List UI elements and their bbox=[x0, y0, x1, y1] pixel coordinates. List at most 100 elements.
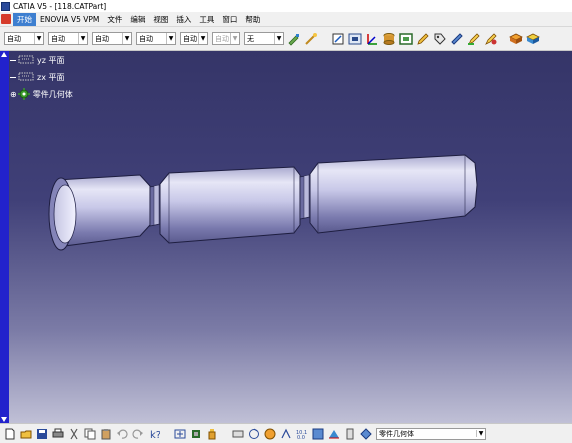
menu-file[interactable]: 文件 bbox=[103, 13, 126, 26]
3d-viewport[interactable] bbox=[9, 51, 572, 423]
edit-icon[interactable] bbox=[484, 32, 498, 46]
open-icon[interactable] bbox=[20, 428, 32, 440]
shaft-groove-2[interactable] bbox=[299, 174, 311, 220]
view-icon[interactable] bbox=[348, 32, 362, 46]
menu-edit[interactable]: 编辑 bbox=[126, 13, 149, 26]
rotate-icon[interactable] bbox=[248, 428, 260, 440]
point-symbol-combo[interactable]: 自动 ▼ bbox=[180, 32, 208, 45]
chevron-down-icon[interactable]: ▼ bbox=[274, 33, 283, 44]
line-type-combo-value: 自动 bbox=[139, 34, 153, 43]
shaft-groove-1[interactable] bbox=[149, 184, 161, 227]
cursor-icon[interactable] bbox=[232, 428, 244, 440]
chevron-down-icon[interactable]: ▼ bbox=[476, 430, 485, 437]
plane-icon bbox=[18, 54, 34, 67]
chevron-down-icon[interactable]: ▼ bbox=[198, 33, 207, 44]
left-scroll-strip[interactable] bbox=[0, 51, 9, 423]
menu-start[interactable]: 开始 bbox=[13, 12, 36, 26]
gear-icon bbox=[17, 87, 30, 102]
window-title: CATIA V5 - [118.CATPart] bbox=[13, 1, 107, 11]
new-icon[interactable] bbox=[4, 428, 16, 440]
help-icon[interactable]: k? bbox=[148, 428, 161, 441]
wand-icon[interactable] bbox=[304, 32, 318, 46]
save-icon[interactable] bbox=[36, 428, 48, 440]
zoom-icon[interactable] bbox=[280, 428, 292, 440]
render-icon[interactable] bbox=[344, 428, 356, 440]
svg-text:k?: k? bbox=[150, 430, 160, 440]
menu-view[interactable]: 视图 bbox=[149, 13, 172, 26]
plane-icon bbox=[18, 71, 34, 84]
line-thickness-combo-value: 自动 bbox=[95, 34, 109, 43]
rendering-style-combo: 自动 ▼ bbox=[212, 32, 240, 45]
body-select[interactable]: 零件几何体 ▼ bbox=[376, 427, 486, 440]
axis-icon[interactable] bbox=[365, 32, 379, 46]
scroll-down-arrow[interactable] bbox=[1, 417, 7, 422]
copy-icon[interactable] bbox=[84, 428, 96, 440]
undo-icon[interactable] bbox=[116, 428, 128, 440]
hide-icon[interactable] bbox=[360, 427, 372, 440]
color-combo-value: 自动 bbox=[7, 34, 21, 43]
specification-tree: yz 平面 zx 平面 ⊕ 零件几何体 bbox=[10, 52, 73, 103]
chevron-down-icon: ▼ bbox=[230, 33, 239, 44]
tree-item-label: 零件几何体 bbox=[32, 90, 73, 99]
chevron-down-icon[interactable]: ▼ bbox=[34, 33, 43, 44]
layer-combo[interactable]: 无 ▼ bbox=[244, 32, 284, 45]
shaft-model[interactable] bbox=[9, 51, 572, 423]
multi-view-icon[interactable] bbox=[312, 428, 324, 440]
tree-item-yz-plane[interactable]: yz 平面 bbox=[10, 52, 73, 69]
rendering-style-combo-value: 自动 bbox=[215, 34, 229, 43]
menu-enovia[interactable]: ENOVIA V5 VPM bbox=[36, 14, 103, 25]
pencil-icon[interactable] bbox=[416, 32, 430, 46]
document-menu-icon[interactable] bbox=[1, 14, 11, 24]
transparency-combo-value: 自动 bbox=[51, 34, 65, 43]
menu-insert[interactable]: 插入 bbox=[172, 13, 195, 26]
bottle-icon[interactable] bbox=[206, 428, 218, 440]
menu-window[interactable]: 窗口 bbox=[218, 13, 241, 26]
chevron-down-icon[interactable]: ▼ bbox=[166, 33, 175, 44]
tree-item-label: zx 平面 bbox=[37, 73, 65, 82]
color-combo[interactable]: 自动 ▼ bbox=[4, 32, 44, 45]
line-type-combo[interactable]: 自动 ▼ bbox=[136, 32, 176, 45]
tag-icon[interactable] bbox=[433, 32, 447, 46]
expand-icon[interactable]: ⊕ bbox=[10, 90, 17, 99]
pan-icon[interactable] bbox=[264, 428, 276, 440]
tree-item-part-body[interactable]: ⊕ 零件几何体 bbox=[10, 86, 73, 103]
menu-tools[interactable]: 工具 bbox=[195, 13, 218, 26]
graphic-properties-toolbar: 自动 ▼ 自动 ▼ 自动 ▼ 自动 ▼ 自动 ▼ 自动 ▼ 无 ▼ bbox=[0, 27, 572, 51]
paste-icon[interactable] bbox=[100, 428, 112, 440]
line-thickness-combo[interactable]: 自动 ▼ bbox=[92, 32, 132, 45]
tree-connector bbox=[10, 77, 16, 78]
measure-icon[interactable] bbox=[450, 32, 464, 46]
fit-icon[interactable] bbox=[174, 428, 186, 440]
sketch-icon[interactable] bbox=[331, 32, 345, 46]
redo-icon[interactable] bbox=[132, 428, 144, 440]
tree-connector bbox=[10, 60, 16, 61]
cut-icon[interactable] bbox=[68, 428, 80, 440]
normal-view-icon[interactable]: 10.1 0.0 bbox=[296, 428, 308, 441]
cube-icon[interactable] bbox=[526, 32, 540, 46]
layers-icon[interactable] bbox=[190, 428, 202, 440]
menu-help[interactable]: 帮助 bbox=[241, 13, 264, 26]
cylinder-icon[interactable] bbox=[382, 32, 396, 46]
std-view-icon[interactable] bbox=[328, 428, 340, 440]
shaft-segment-right[interactable] bbox=[309, 154, 478, 234]
menu-bar: 开始 ENOVIA V5 VPM 文件 编辑 视图 插入 工具 窗口 帮助 bbox=[0, 12, 572, 27]
transparency-combo[interactable]: 自动 ▼ bbox=[48, 32, 88, 45]
scroll-up-arrow[interactable] bbox=[1, 52, 7, 57]
layer-combo-value: 无 bbox=[247, 34, 254, 43]
paint-icon[interactable] bbox=[287, 32, 301, 46]
point-symbol-combo-value: 自动 bbox=[183, 34, 197, 43]
catalog-icon[interactable] bbox=[509, 32, 523, 46]
shaft-segment-left[interactable] bbox=[48, 174, 151, 251]
shaft-segment-middle[interactable] bbox=[159, 166, 301, 244]
print-icon[interactable] bbox=[52, 428, 64, 440]
title-bar: CATIA V5 - [118.CATPart] bbox=[0, 0, 572, 12]
tree-item-label: yz 平面 bbox=[37, 56, 65, 65]
image-icon[interactable] bbox=[399, 32, 413, 46]
body-select-value: 零件几何体 bbox=[379, 429, 414, 438]
chevron-down-icon[interactable]: ▼ bbox=[78, 33, 87, 44]
edit-icon[interactable] bbox=[467, 32, 481, 46]
tree-item-zx-plane[interactable]: zx 平面 bbox=[10, 69, 73, 86]
standard-toolbar: k? 10.1 0.0 零件几何体 ▼ bbox=[0, 423, 572, 443]
svg-text:0.0: 0.0 bbox=[297, 435, 305, 440]
chevron-down-icon[interactable]: ▼ bbox=[122, 33, 131, 44]
